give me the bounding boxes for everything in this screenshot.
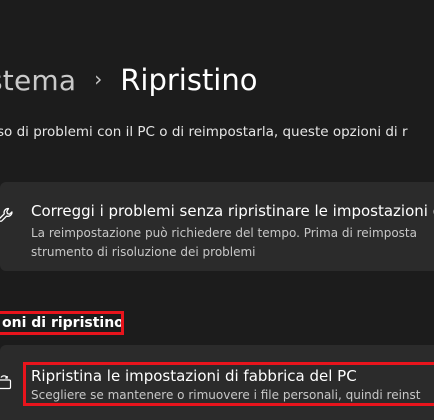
reset-pc-card[interactable]: Ripristina le impostazioni di fabbrica d… — [0, 345, 434, 420]
fix-problems-desc-line1: La reimpostazione può richiedere del tem… — [31, 226, 417, 240]
fix-problems-card[interactable]: Correggi i problemi senza ripristinare l… — [0, 182, 434, 271]
intro-text: so di problemi con il PC o di reimpostar… — [0, 124, 408, 140]
reset-pc-title: Ripristina le impostazioni di fabbrica d… — [31, 367, 357, 385]
page-title: Ripristino — [120, 63, 258, 97]
reset-pc-description: Scegliere se mantenere o rimuovere i fil… — [31, 388, 421, 402]
breadcrumb-parent-system[interactable]: stema — [0, 64, 76, 97]
wrench-icon — [0, 207, 13, 222]
troubleshooter-link[interactable]: strumento di risoluzione dei problemi — [31, 243, 417, 262]
breadcrumb: stema › Ripristino — [0, 58, 258, 102]
recovery-options-header: oni di ripristino — [0, 311, 124, 335]
chevron-right-icon: › — [94, 67, 103, 91]
fix-problems-description: La reimpostazione può richiedere del tem… — [31, 224, 417, 262]
fix-problems-title: Correggi i problemi senza ripristinare l… — [31, 202, 434, 220]
settings-recovery-page: stema › Ripristino so di problemi con il… — [0, 0, 434, 420]
reset-pc-icon — [0, 375, 12, 390]
